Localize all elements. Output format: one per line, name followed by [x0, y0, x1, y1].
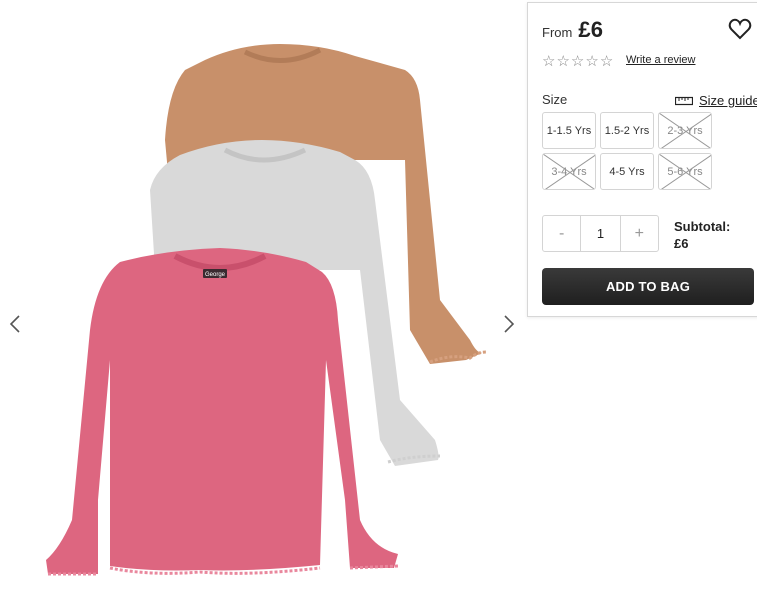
price-value: £6: [578, 17, 604, 42]
star-icon: ☆: [570, 53, 585, 70]
price-row: From £6: [542, 17, 603, 43]
pink-shirt: George: [46, 248, 399, 576]
unavailable-cross-icon: [543, 154, 595, 189]
product-image: George: [46, 44, 487, 576]
size-guide-label: Size guide: [699, 93, 757, 108]
write-review-link[interactable]: Write a review: [626, 54, 695, 66]
size-option-1.5-2[interactable]: 1.5-2 Yrs: [600, 112, 654, 149]
star-icon: ☆: [585, 53, 599, 70]
price-from-label: From: [542, 25, 573, 40]
unavailable-cross-icon: [659, 113, 711, 148]
size-option-5-6[interactable]: 5-6 Yrs: [658, 153, 712, 190]
size-option-2-3[interactable]: 2-3 Yrs: [658, 112, 712, 149]
size-option-label: 4-5 Yrs: [609, 165, 645, 178]
star-icon: ☆: [599, 53, 614, 70]
brand-tag: George: [205, 272, 226, 278]
quantity-increase-button[interactable]: +: [621, 216, 658, 251]
size-option-label: 1-1.5 Yrs: [546, 124, 592, 137]
unavailable-cross-icon: [659, 154, 711, 189]
heart-icon: [728, 18, 752, 40]
size-guide-link[interactable]: Size guide: [675, 93, 757, 108]
ruler-icon: [675, 96, 693, 105]
size-option-1-1.5[interactable]: 1-1.5 Yrs: [542, 112, 596, 149]
next-image-button[interactable]: [499, 312, 519, 336]
chevron-right-icon: [504, 315, 515, 333]
rating-stars: ☆ ☆ ☆ ☆ ☆: [542, 54, 613, 70]
quantity-input[interactable]: 1: [580, 216, 621, 251]
previous-image-button[interactable]: [5, 312, 25, 336]
subtotal: Subtotal: £6: [674, 219, 730, 251]
chevron-left-icon: [9, 315, 20, 333]
star-icon: ☆: [556, 53, 570, 70]
size-options: 1-1.5 Yrs 1.5-2 Yrs 2-3 Yrs 3-4 Yrs 4-5 …: [542, 112, 712, 190]
subtotal-label: Subtotal:: [674, 219, 731, 234]
subtotal-amount: £6: [674, 236, 689, 251]
size-option-3-4[interactable]: 3-4 Yrs: [542, 153, 596, 190]
purchase-panel: From £6 ☆ ☆ ☆ ☆ ☆ Write a review Size Si…: [527, 2, 757, 317]
add-to-bag-button[interactable]: ADD TO BAG: [542, 268, 754, 305]
size-option-4-5[interactable]: 4-5 Yrs: [600, 153, 654, 190]
star-icon: ☆: [542, 53, 556, 70]
size-label: Size: [542, 92, 568, 107]
wishlist-button[interactable]: [728, 18, 752, 45]
product-image-gallery: George: [0, 0, 525, 604]
quantity-decrease-button[interactable]: -: [543, 216, 580, 251]
size-option-label: 1.5-2 Yrs: [604, 124, 650, 137]
quantity-stepper: - 1 +: [542, 215, 659, 252]
